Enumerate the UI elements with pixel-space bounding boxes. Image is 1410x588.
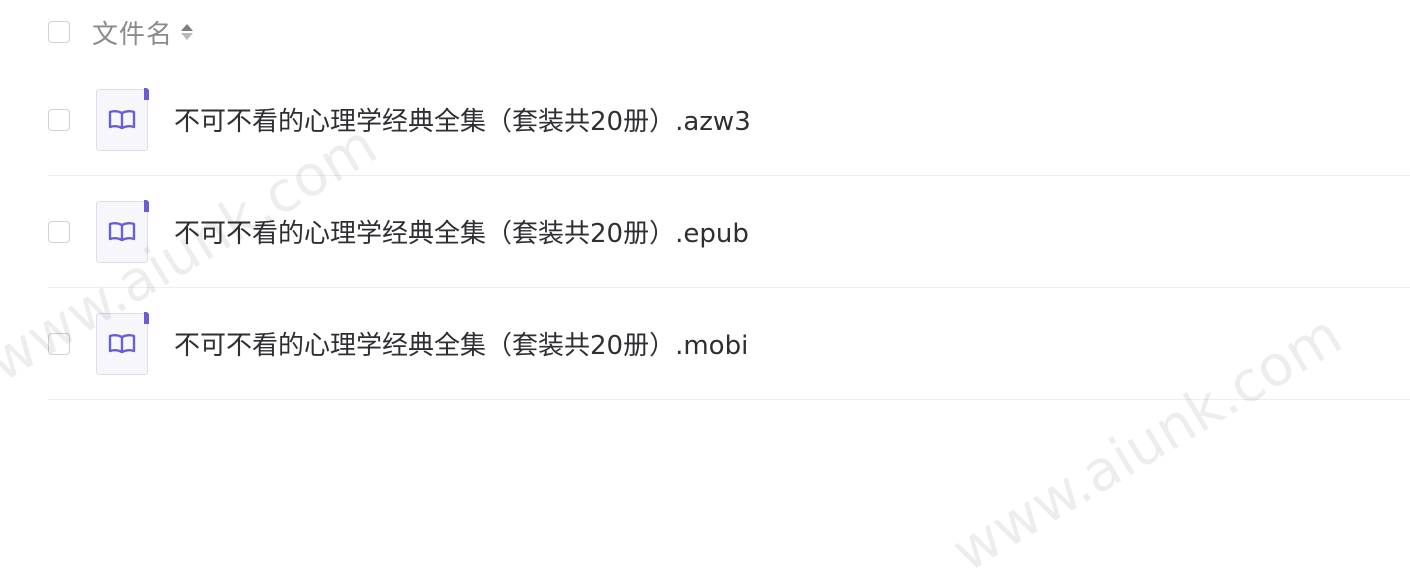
list-header: 文件名 [48, 0, 1410, 64]
select-all-checkbox[interactable] [48, 21, 70, 43]
book-icon [96, 88, 149, 151]
open-book-glyph [108, 109, 136, 129]
file-list: 文件名 不可不看的心理学经典全集（套装共20册）.azw3 不可不看的心理学经典… [48, 0, 1410, 400]
open-book-glyph [108, 333, 136, 353]
sort-desc-icon [181, 33, 194, 40]
open-book-glyph [108, 221, 136, 241]
file-corner-accent [143, 200, 149, 212]
file-row[interactable]: 不可不看的心理学经典全集（套装共20册）.azw3 [48, 64, 1410, 176]
file-corner-accent [143, 312, 149, 324]
file-name[interactable]: 不可不看的心理学经典全集（套装共20册）.epub [174, 213, 749, 250]
file-corner-accent [143, 88, 149, 100]
row-checkbox[interactable] [48, 220, 70, 243]
book-icon [96, 312, 149, 375]
file-row[interactable]: 不可不看的心理学经典全集（套装共20册）.epub [48, 176, 1410, 288]
row-checkbox[interactable] [48, 332, 70, 355]
book-icon [96, 200, 149, 263]
file-name[interactable]: 不可不看的心理学经典全集（套装共20册）.mobi [174, 325, 748, 362]
sort-asc-icon [181, 24, 194, 31]
column-header-filename[interactable]: 文件名 [92, 14, 173, 51]
file-row[interactable]: 不可不看的心理学经典全集（套装共20册）.mobi [48, 288, 1410, 400]
sort-icon[interactable] [181, 24, 194, 40]
file-name[interactable]: 不可不看的心理学经典全集（套装共20册）.azw3 [174, 101, 751, 138]
row-checkbox[interactable] [48, 108, 70, 131]
